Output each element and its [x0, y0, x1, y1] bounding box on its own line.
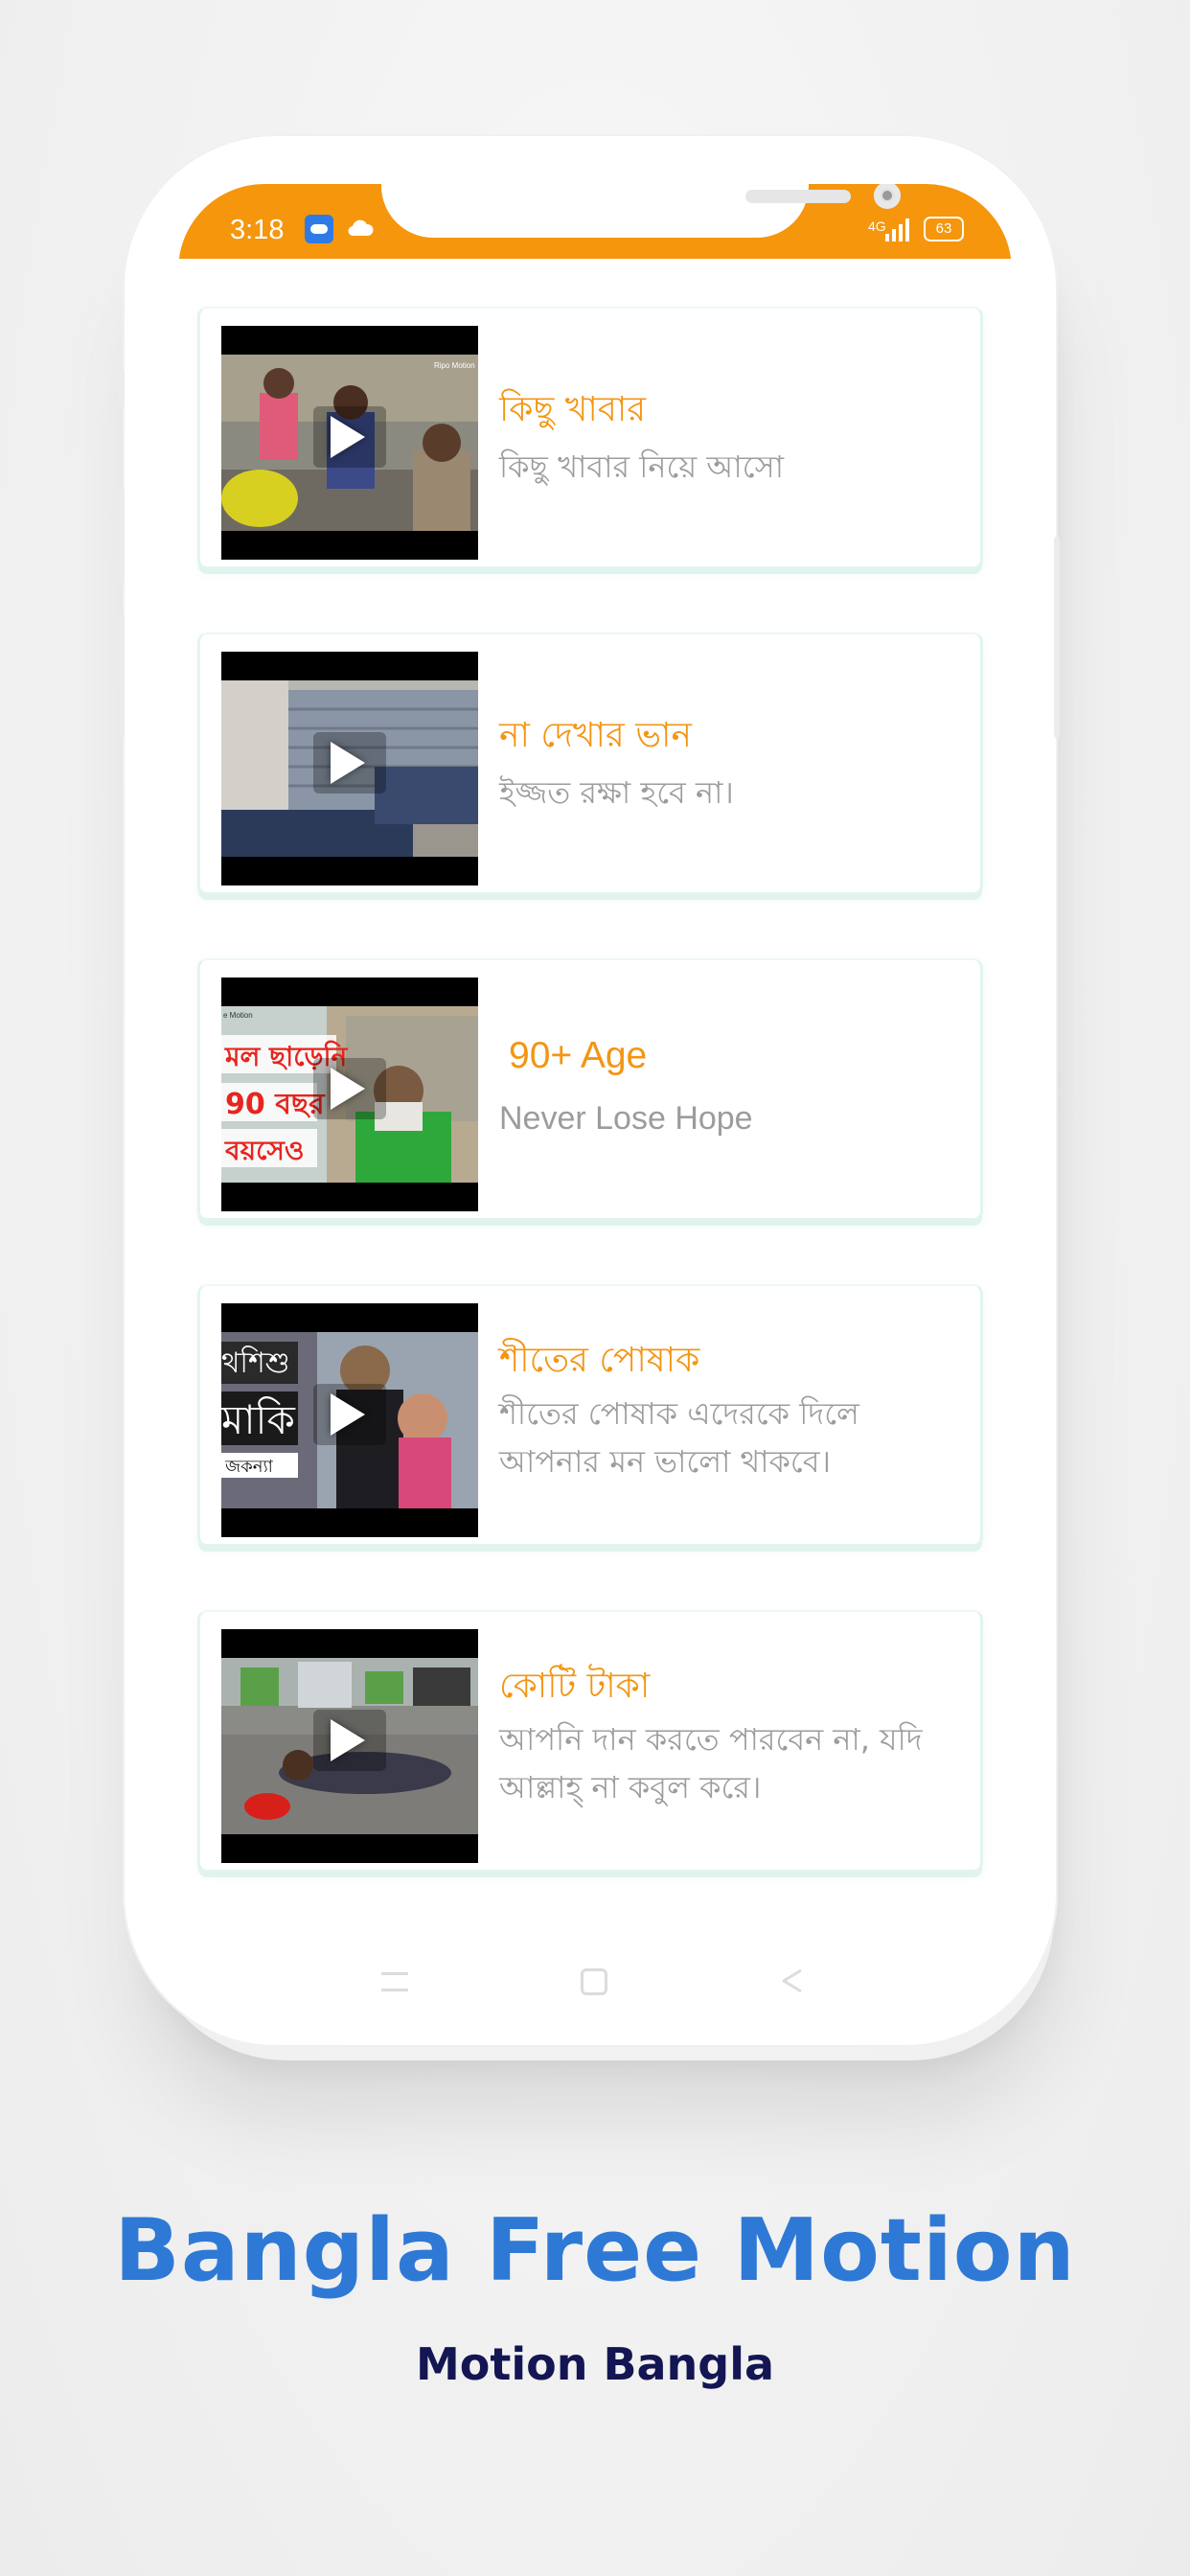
front-camera — [874, 184, 901, 209]
thumbnail-watermark: e Motion — [223, 1011, 253, 1020]
thumbnail-caption: বয়সেও — [224, 1135, 304, 1166]
video-card[interactable]: কোটি টাকা আপনি দান করতে পারবেন না, যদি আ… — [197, 1610, 983, 1873]
app-title: Bangla Free Motion — [114, 2200, 1076, 2301]
phone-side-button — [119, 370, 125, 408]
app-subtitle: Motion Bangla — [415, 2338, 775, 2390]
thumbnail-caption: মাকি — [221, 1396, 296, 1443]
thumbnail-caption: থশিশু — [221, 1346, 290, 1380]
status-time: 3:18 — [230, 215, 285, 245]
cloud-app-icon — [305, 215, 333, 243]
thumbnail-watermark: Ripo Motion — [434, 361, 475, 370]
play-icon[interactable] — [331, 742, 365, 784]
video-thumbnail[interactable] — [221, 1629, 478, 1863]
video-thumbnail[interactable]: Ripo Motion — [221, 326, 478, 560]
system-navigation-bar — [178, 1957, 1012, 1999]
phone-volume-down-button — [119, 613, 125, 738]
home-icon[interactable] — [581, 1968, 607, 1995]
play-icon[interactable] — [331, 1719, 365, 1761]
video-subtitle: কিছু খাবার নিয়ে আসো — [499, 448, 785, 485]
video-card[interactable]: না দেখার ভান ইজ্জত রক্ষা হবে না। — [197, 632, 983, 895]
video-title: শীতের পোষাক — [499, 1341, 700, 1380]
phone-screen: 3:18 4G 63 Ripo Motion কিছু খাবার কিছু খ… — [178, 184, 1012, 1999]
video-subtitle: আপনি দান করতে পারবেন না, যদি আল্লাহ্ না … — [499, 1721, 923, 1806]
phone-power-button — [1054, 537, 1060, 738]
video-title: 90+ Age — [509, 1035, 648, 1076]
video-title: কিছু খাবার — [499, 390, 647, 429]
play-icon[interactable] — [331, 416, 365, 458]
battery-icon: 63 — [924, 217, 964, 242]
thumbnail-caption: জকন্যা — [224, 1457, 274, 1477]
video-card[interactable]: মল ছাড়েনি 90 বছর বয়সেও e Motion 90+ Ag… — [197, 958, 983, 1221]
signal-icon — [885, 218, 909, 242]
recent-apps-icon[interactable] — [381, 1972, 408, 1991]
video-subtitle: শীতের পোষাক এদেরকে দিলে আপনার মন ভালো থা… — [499, 1395, 859, 1480]
video-title: না দেখার ভান — [499, 716, 692, 755]
video-thumbnail[interactable] — [221, 652, 478, 886]
notch — [381, 184, 901, 238]
thumbnail-caption: 90 বছর — [225, 1088, 326, 1121]
video-subtitle: Never Lose Hope — [499, 1100, 753, 1137]
video-thumbnail[interactable]: থশিশু মাকি জকন্যা — [221, 1303, 478, 1537]
play-icon[interactable] — [331, 1068, 365, 1110]
play-icon[interactable] — [331, 1393, 365, 1436]
status-bar: 3:18 4G 63 — [178, 184, 1012, 259]
video-card[interactable]: Ripo Motion কিছু খাবার কিছু খাবার নিয়ে … — [197, 307, 983, 569]
video-card[interactable]: থশিশু মাকি জকন্যা শীতের পোষাক শীতের পোষা… — [197, 1284, 983, 1547]
cloud-icon — [348, 219, 374, 237]
video-thumbnail[interactable]: মল ছাড়েনি 90 বছর বয়সেও e Motion — [221, 978, 478, 1211]
video-title: কোটি টাকা — [499, 1667, 651, 1706]
video-subtitle: ইজ্জত রক্ষা হবে না। — [499, 774, 734, 811]
speaker-grille — [745, 190, 851, 203]
phone-volume-up-button — [119, 489, 125, 585]
back-icon[interactable] — [778, 1966, 807, 1995]
